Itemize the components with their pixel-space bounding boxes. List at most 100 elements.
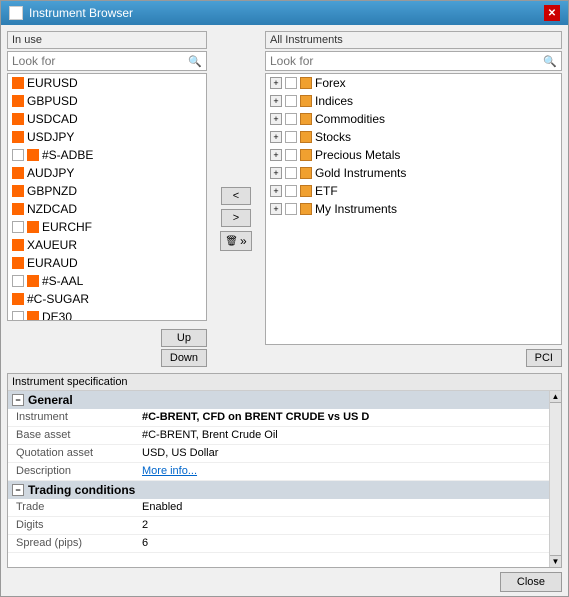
expand-icon[interactable]: + bbox=[270, 113, 282, 125]
list-item[interactable]: GBPNZD bbox=[8, 182, 206, 200]
general-section-header: − General bbox=[8, 391, 549, 409]
down-button[interactable]: Down bbox=[161, 349, 207, 367]
up-button[interactable]: Up bbox=[161, 329, 207, 347]
tree-item[interactable]: + Commodities bbox=[266, 110, 561, 128]
tree-checkbox[interactable] bbox=[285, 77, 297, 89]
scroll-track bbox=[550, 403, 561, 555]
tree-checkbox[interactable] bbox=[285, 167, 297, 179]
list-item[interactable]: NZDCAD bbox=[8, 200, 206, 218]
list-item[interactable]: USDCAD bbox=[8, 110, 206, 128]
list-item[interactable]: #S-ADBE bbox=[8, 146, 206, 164]
instrument-icon bbox=[12, 95, 24, 107]
expand-icon[interactable]: + bbox=[270, 185, 282, 197]
tree-checkbox[interactable] bbox=[285, 149, 297, 161]
item-checkbox[interactable] bbox=[12, 311, 24, 321]
list-item[interactable]: AUDJPY bbox=[8, 164, 206, 182]
up-down-buttons: Up Down bbox=[161, 329, 207, 367]
list-item[interactable]: GBPUSD bbox=[8, 92, 206, 110]
spec-value: #C-BRENT, Brent Crude Oil bbox=[138, 427, 549, 444]
right-search-input[interactable] bbox=[266, 52, 539, 70]
tree-checkbox[interactable] bbox=[285, 131, 297, 143]
right-panel: All Instruments 🔍 + Forex + Indices bbox=[265, 31, 562, 367]
list-item[interactable]: #C-SUGAR bbox=[8, 290, 206, 308]
trading-section-header: − Trading conditions bbox=[8, 481, 549, 499]
left-search-box: 🔍 bbox=[7, 51, 207, 71]
list-item[interactable]: XAUEUR bbox=[8, 236, 206, 254]
scroll-up-button[interactable]: ▲ bbox=[550, 391, 561, 403]
pci-row: PCI bbox=[265, 349, 562, 367]
tree-label: Forex bbox=[315, 76, 346, 90]
left-search-icon[interactable]: 🔍 bbox=[184, 55, 206, 68]
tree-checkbox[interactable] bbox=[285, 95, 297, 107]
tree-checkbox[interactable] bbox=[285, 113, 297, 125]
collapse-icon[interactable]: − bbox=[12, 394, 24, 406]
left-panel: In use 🔍 EURUSD GBPUSD USDCAD bbox=[7, 31, 207, 367]
instrument-icon bbox=[27, 275, 39, 287]
expand-icon[interactable]: + bbox=[270, 203, 282, 215]
right-panel-label: All Instruments bbox=[265, 31, 562, 49]
instrument-icon bbox=[12, 77, 24, 89]
list-item[interactable]: EURAUD bbox=[8, 254, 206, 272]
tree-item[interactable]: + Indices bbox=[266, 92, 561, 110]
spec-value: USD, US Dollar bbox=[138, 445, 549, 462]
expand-icon[interactable]: + bbox=[270, 77, 282, 89]
delete-icon: 🗑 bbox=[225, 236, 238, 247]
folder-icon bbox=[300, 131, 312, 143]
spec-label: Description bbox=[8, 463, 138, 480]
window-icon bbox=[9, 6, 23, 20]
tree-item[interactable]: + Forex bbox=[266, 74, 561, 92]
list-item[interactable]: EURCHF bbox=[8, 218, 206, 236]
instrument-icon bbox=[27, 149, 39, 161]
tree-item[interactable]: + Gold Instruments bbox=[266, 164, 561, 182]
instrument-icon bbox=[12, 113, 24, 125]
instrument-browser-window: Instrument Browser ✕ In use 🔍 EURUSD GBP… bbox=[0, 0, 569, 597]
more-info-link[interactable]: More info... bbox=[138, 463, 549, 480]
window-title: Instrument Browser bbox=[29, 6, 133, 20]
item-label: NZDCAD bbox=[27, 202, 77, 216]
tree-item[interactable]: + ETF bbox=[266, 182, 561, 200]
item-checkbox[interactable] bbox=[12, 275, 24, 287]
scroll-down-button[interactable]: ▼ bbox=[550, 555, 561, 567]
spec-row-quotation: Quotation asset USD, US Dollar bbox=[8, 445, 549, 463]
list-item[interactable]: #S-AAL bbox=[8, 272, 206, 290]
item-checkbox[interactable] bbox=[12, 221, 24, 233]
spec-row-base: Base asset #C-BRENT, Brent Crude Oil bbox=[8, 427, 549, 445]
left-search-input[interactable] bbox=[8, 52, 184, 70]
tree-item[interactable]: + Precious Metals bbox=[266, 146, 561, 164]
tree-checkbox[interactable] bbox=[285, 203, 297, 215]
item-label: GBPNZD bbox=[27, 184, 77, 198]
window-close-button[interactable]: ✕ bbox=[544, 5, 560, 21]
expand-icon[interactable]: + bbox=[270, 167, 282, 179]
close-button[interactable]: Close bbox=[500, 572, 562, 592]
right-list: + Forex + Indices + Commodities bbox=[265, 73, 562, 345]
right-search-icon[interactable]: 🔍 bbox=[539, 55, 561, 68]
list-item[interactable]: DE30 bbox=[8, 308, 206, 321]
pci-button[interactable]: PCI bbox=[526, 349, 562, 367]
move-left-button[interactable]: < bbox=[221, 187, 251, 205]
tree-label: My Instruments bbox=[315, 202, 397, 216]
spec-header: Instrument specification bbox=[8, 374, 561, 391]
collapse-icon[interactable]: − bbox=[12, 484, 24, 496]
tree-item[interactable]: + Stocks bbox=[266, 128, 561, 146]
tree-item[interactable]: + My Instruments bbox=[266, 200, 561, 218]
item-label: EURCHF bbox=[42, 220, 92, 234]
instrument-icon bbox=[12, 257, 24, 269]
folder-icon bbox=[300, 203, 312, 215]
left-panel-label: In use bbox=[7, 31, 207, 49]
tree-label: ETF bbox=[315, 184, 338, 198]
item-checkbox[interactable] bbox=[12, 149, 24, 161]
spec-content: − General Instrument #C-BRENT, CFD on BR… bbox=[8, 391, 561, 567]
instrument-icon bbox=[27, 311, 39, 321]
instrument-icon bbox=[12, 167, 24, 179]
expand-icon[interactable]: + bbox=[270, 131, 282, 143]
instrument-icon bbox=[12, 131, 24, 143]
tree-label: Gold Instruments bbox=[315, 166, 406, 180]
list-item[interactable]: USDJPY bbox=[8, 128, 206, 146]
remove-all-button[interactable]: 🗑 » bbox=[220, 231, 251, 251]
tree-checkbox[interactable] bbox=[285, 185, 297, 197]
move-right-button[interactable]: > bbox=[221, 209, 251, 227]
expand-icon[interactable]: + bbox=[270, 149, 282, 161]
expand-icon[interactable]: + bbox=[270, 95, 282, 107]
instrument-icon bbox=[12, 203, 24, 215]
list-item[interactable]: EURUSD bbox=[8, 74, 206, 92]
